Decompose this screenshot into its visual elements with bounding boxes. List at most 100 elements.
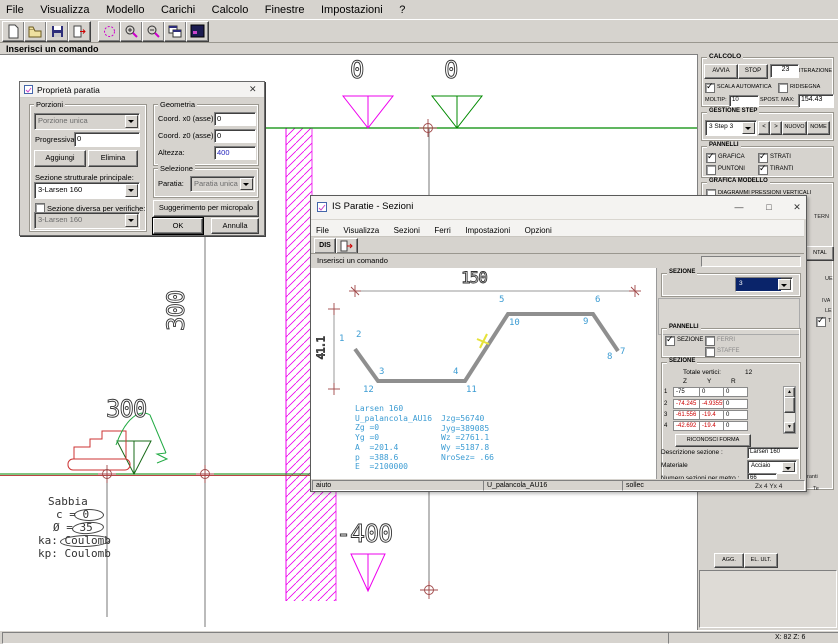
row3-y[interactable]: -19.4 [699,410,724,420]
zoom-in-button[interactable] [120,21,143,42]
dis-button[interactable]: DIS [314,238,336,254]
puntoni-checkbox[interactable] [706,165,716,175]
row4-y[interactable]: -19.4 [699,421,724,431]
sezioni-menu-impostazioni[interactable]: Impostazioni [460,224,515,237]
strati-checkbox[interactable] [758,153,768,163]
sezioni-maximize-icon[interactable]: □ [761,200,777,214]
elimina-button[interactable]: Elimina [88,150,138,167]
sezione-verifica-combo[interactable]: 3-Larsen 160 [34,212,140,229]
fragment-ntal-button[interactable]: NTAL [806,246,834,261]
scroll-thumb[interactable] [784,397,795,413]
sezioni-menu-visualizza[interactable]: Visualizza [338,224,384,237]
vertices-scrollbar[interactable]: ▲ ▼ [783,386,796,434]
menu-impostazioni[interactable]: Impostazioni [315,2,389,19]
nuovo-button[interactable]: NUOVO [782,121,807,135]
cb-sezione[interactable] [665,336,675,346]
sezione-number-combo[interactable]: 3 [735,277,793,292]
row1-y[interactable]: 0 [699,387,724,397]
sezione-principale-arrow[interactable] [125,184,138,197]
riconosci-forma-button[interactable]: RICONOSCI FORMA [675,434,751,447]
porzione-combo-arrow[interactable] [125,115,138,128]
row2-y[interactable]: -4.93555 [699,399,724,409]
materiale-combo[interactable]: Acciaio [747,460,797,474]
wall-hatch-lower [312,474,336,601]
menu-visualizza[interactable]: Visualizza [34,2,95,19]
materiale-combo-arrow[interactable] [782,462,795,472]
row1-r[interactable]: 0 [723,387,748,397]
annulla-button[interactable]: Annulla [211,218,259,234]
row2-z[interactable]: -74.245 [673,399,700,409]
step-combo-arrow[interactable] [742,122,755,134]
suggerimento-button[interactable]: Suggerimento per micropalo [153,200,259,217]
menu-carichi[interactable]: Carichi [155,2,201,19]
row3-r[interactable]: 0 [723,410,748,420]
sezione-principale-combo[interactable]: 3-Larsen 160 [34,182,140,199]
descrizione-field[interactable]: Larsen 160 [747,447,799,459]
sezioni-exit-button[interactable] [336,238,358,254]
moltip-field[interactable]: 10 [729,95,759,107]
paratia-combo-arrow[interactable] [240,178,253,190]
coord-x0-field[interactable]: 0 [214,112,256,126]
menu-modello[interactable]: Modello [100,2,151,19]
row2-r[interactable]: 0 [723,399,748,409]
sezioni-titlebar[interactable]: IS Paratie - Sezioni — □ ✕ [311,196,806,220]
sezioni-menu-ferri[interactable]: Ferri [429,224,455,237]
pan-button[interactable] [98,21,121,42]
el-ult-button[interactable]: EL. ULT. [744,553,778,568]
sezioni-client[interactable]: 150 41.1 1 2 3 4 5 6 7 8 9 10 11 12 Lars… [311,268,804,479]
avvia-button[interactable]: AVVIA [704,64,738,79]
stop-button[interactable]: STOP [738,64,768,79]
sezioni-close-icon[interactable]: ✕ [789,200,805,214]
menu-calcolo[interactable]: Calcolo [206,2,255,19]
ok-button[interactable]: OK [153,218,203,234]
porzione-combo[interactable]: Porzione unica [34,113,140,130]
sezione-number-arrow[interactable] [778,279,791,290]
open-file-button[interactable] [24,21,47,42]
step-next-button[interactable]: > [770,121,782,135]
side-pannelli-label: PANNELLI [667,324,701,330]
sezione-strutturale-label: Sezione strutturale principale: [35,173,134,182]
sezioni-menu-opzioni[interactable]: Opzioni [520,224,557,237]
row3-z[interactable]: -61.556 [673,410,700,420]
dialog-close-icon[interactable]: ✕ [249,84,257,95]
nome-button[interactable]: NOME [807,121,830,135]
menu-help[interactable]: ? [393,2,411,19]
sezione-verifica-arrow[interactable] [125,214,138,227]
row1-z[interactable]: -75 [673,387,700,397]
agg-button[interactable]: AGG. [714,553,744,568]
ridisegna-checkbox[interactable] [778,83,788,93]
menu-file[interactable]: File [0,2,30,19]
row4-z[interactable]: -42.692 [673,421,700,431]
sezioni-command-bar[interactable]: Inserisci un comando [311,253,804,269]
tiranti-checkbox[interactable] [758,165,768,175]
progressiva-field[interactable]: 0 [74,132,140,147]
sezioni-menu-file[interactable]: File [311,224,334,237]
menu-finestre[interactable]: Finestre [259,2,311,19]
grafica-checkbox[interactable] [706,153,716,163]
save-button[interactable] [46,21,69,42]
spost-max-field[interactable]: 154.43 [798,94,834,108]
fragment-checkbox[interactable] [816,317,826,327]
cb-staffe[interactable] [705,347,715,357]
scala-automatica-checkbox[interactable] [705,83,715,93]
scroll-down-icon[interactable]: ▼ [784,422,795,433]
dialog-titlebar[interactable]: Proprietà paratia ✕ [20,82,264,98]
sezioni-menu-sezioni[interactable]: Sezioni [389,224,425,237]
new-file-button[interactable] [2,21,25,42]
row4-r[interactable]: 0 [723,421,748,431]
iterazione-field[interactable]: 23 [770,64,799,78]
sezioni-minimize-icon[interactable]: — [731,200,747,214]
exit-button[interactable] [68,21,91,42]
step-combo[interactable]: 3 Step 3 [705,120,757,136]
paratia-combo[interactable]: Paratia unica [190,176,255,192]
step-prev-button[interactable]: < [758,121,770,135]
cb-ferri[interactable] [705,336,715,346]
coord-z0-field[interactable]: 0 [214,129,256,143]
altezza-field[interactable]: 400 [214,146,256,160]
zoom-out-button[interactable] [142,21,165,42]
dialog-icon [24,85,33,94]
ridisegna-label: RIDISEGNA [790,84,820,90]
cascade-windows-button[interactable] [164,21,187,42]
model-view-button[interactable] [186,21,209,42]
aggiungi-button[interactable]: Aggiungi [34,150,86,167]
